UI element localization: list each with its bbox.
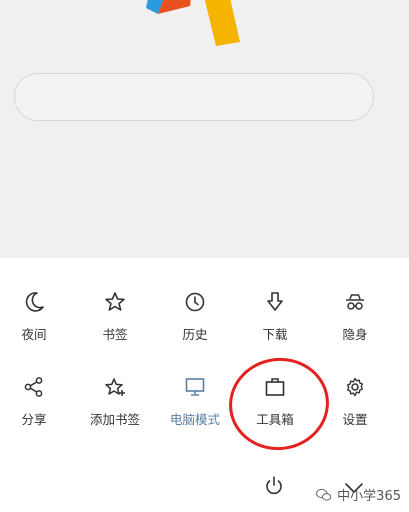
menu-item-label: 隐身 xyxy=(342,327,368,342)
search-input[interactable] xyxy=(14,73,374,121)
menu-sheet: 夜间 书签 历史 下载 隐身 分享 添加书签 电脑模式 工具箱 设置 xyxy=(0,258,409,512)
watermark: 中小学365 xyxy=(315,485,401,504)
menu-item-night[interactable]: 夜间 xyxy=(0,290,74,360)
watermark-text: 中小学365 xyxy=(337,489,401,504)
menu-item-add-bookmark[interactable]: 添加书签 xyxy=(75,375,155,445)
menu-item-label: 下载 xyxy=(262,327,288,342)
download-arrow-icon xyxy=(267,292,283,311)
menu-item-label: 电脑模式 xyxy=(169,412,220,427)
menu-item-label: 书签 xyxy=(102,327,128,342)
power-icon xyxy=(266,476,282,495)
menu-item-history[interactable]: 历史 xyxy=(155,290,235,360)
wechat-icon xyxy=(316,488,332,501)
menu-item-downloads[interactable]: 下载 xyxy=(235,290,315,360)
star-plus-icon xyxy=(105,378,125,396)
browser-home-background xyxy=(0,0,409,258)
star-icon xyxy=(105,292,125,311)
gear-icon xyxy=(347,377,363,397)
incognito-icon xyxy=(346,294,364,310)
monitor-icon xyxy=(185,378,205,396)
menu-item-desktop-mode[interactable]: 电脑模式 xyxy=(155,375,235,445)
browser-logo-icon xyxy=(146,0,240,46)
menu-item-label: 历史 xyxy=(182,327,208,342)
menu-item-label: 分享 xyxy=(21,412,47,427)
menu-item-label: 添加书签 xyxy=(89,412,140,427)
share-icon xyxy=(24,377,43,397)
power-button[interactable] xyxy=(262,474,290,502)
menu-item-label: 夜间 xyxy=(21,327,47,342)
menu-item-incognito[interactable]: 隐身 xyxy=(315,290,395,360)
clock-icon xyxy=(185,292,205,312)
menu-item-bookmarks[interactable]: 书签 xyxy=(75,290,155,360)
menu-item-share[interactable]: 分享 xyxy=(0,375,74,445)
moon-icon xyxy=(25,292,44,312)
